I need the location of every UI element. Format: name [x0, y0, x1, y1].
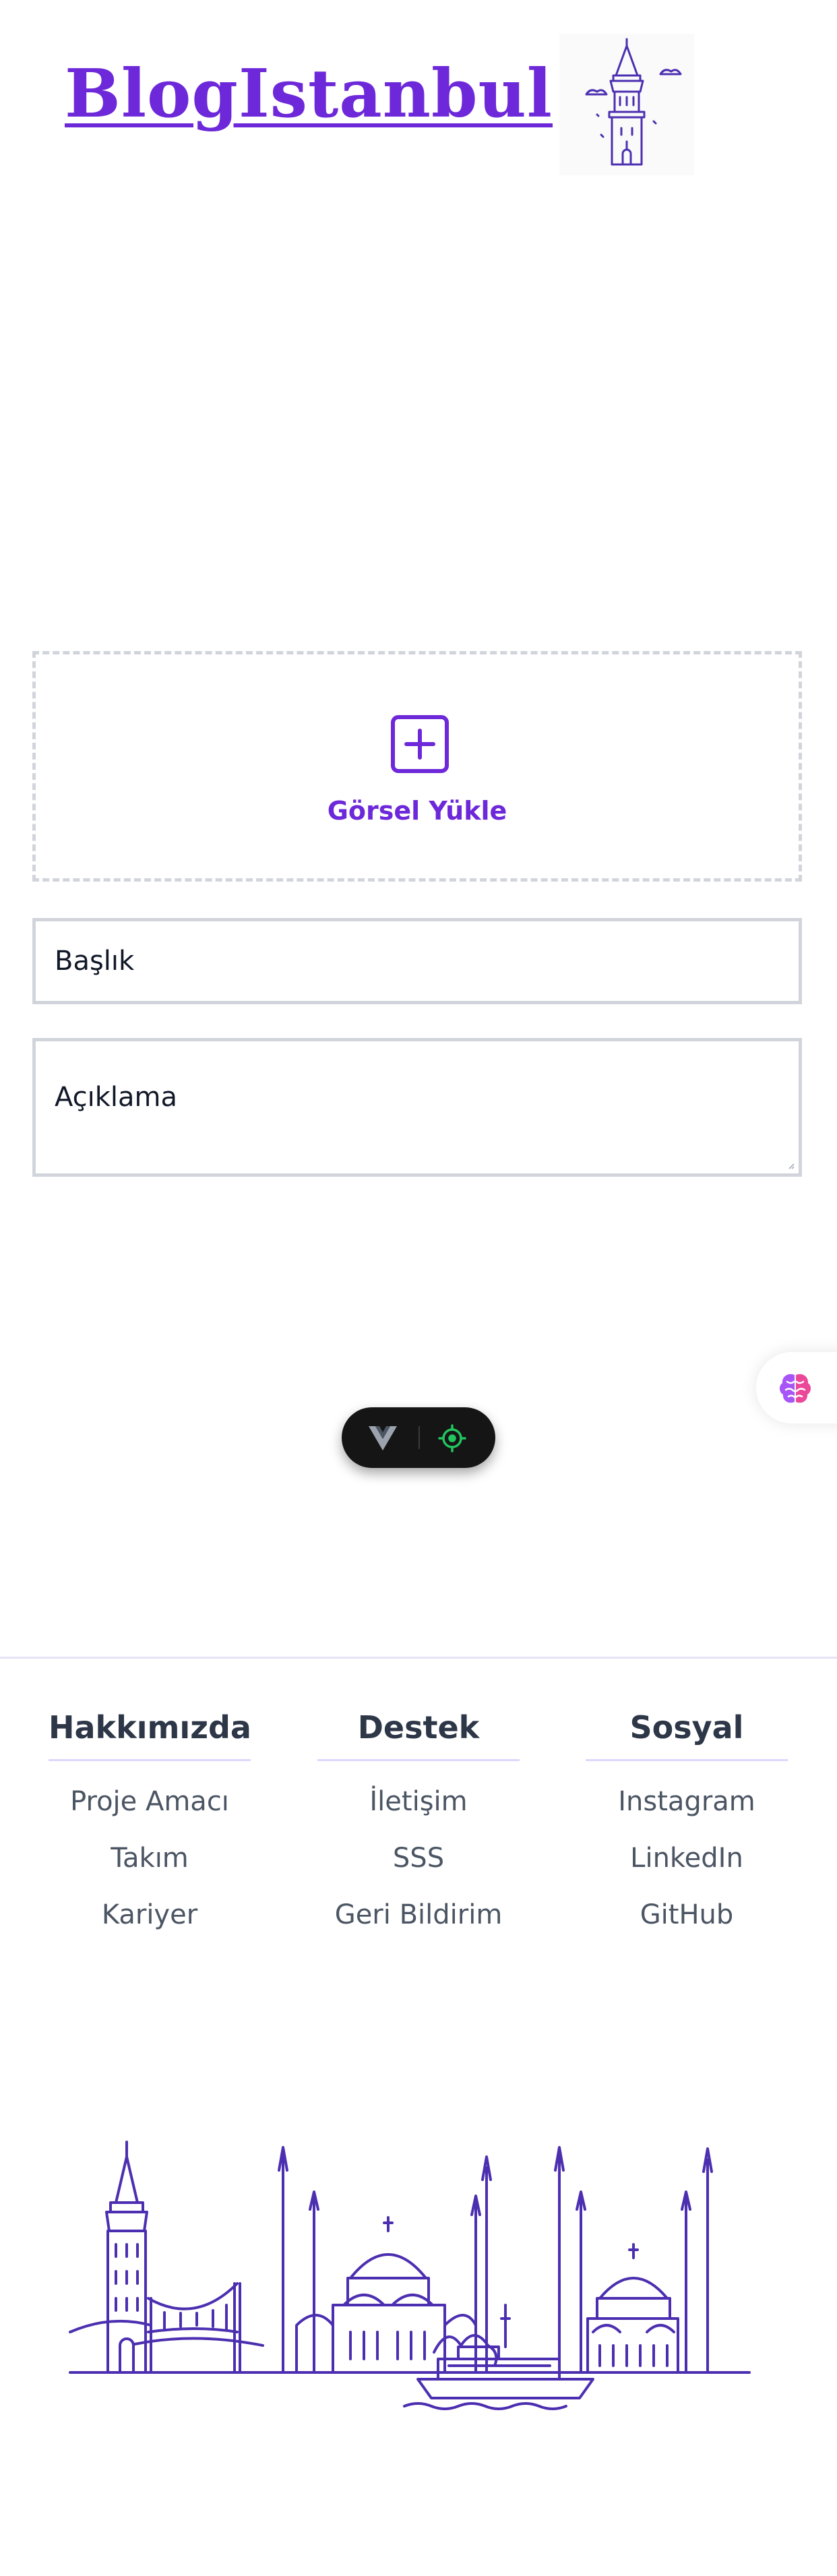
brain-icon: [779, 1374, 811, 1403]
upload-label: Görsel Yükle: [327, 796, 507, 826]
footer-column-title: Destek: [357, 1709, 480, 1746]
description-placeholder: Açıklama: [55, 1082, 178, 1113]
description-textarea[interactable]: Açıklama: [32, 1038, 802, 1177]
footer-column-title: Hakkımızda: [49, 1709, 251, 1746]
plus-square-icon: [391, 715, 449, 773]
footer-link-instagram[interactable]: Instagram: [586, 1773, 788, 1830]
footer-link-careers[interactable]: Kariyer: [49, 1887, 251, 1943]
resize-grip-icon[interactable]: [786, 1161, 795, 1169]
footer-link-github[interactable]: GitHub: [586, 1887, 788, 1943]
devtools-divider: [418, 1426, 420, 1449]
footer-link-linkedin[interactable]: LinkedIn: [586, 1830, 788, 1887]
footer-link-contact[interactable]: İletişim: [317, 1773, 520, 1830]
vue-devtools-pill[interactable]: [342, 1407, 495, 1468]
vue-logo-icon[interactable]: [367, 1423, 398, 1452]
footer-column-rule: [317, 1759, 520, 1761]
footer-column-support: Destek İletişim SSS Geri Bildirim: [317, 1705, 520, 1943]
footer-link-team[interactable]: Takım: [49, 1830, 251, 1887]
footer-link-project-purpose[interactable]: Proje Amacı: [49, 1773, 251, 1830]
istanbul-skyline-icon: [67, 2130, 755, 2413]
brand-logo-link[interactable]: BlogIstanbul: [65, 55, 553, 133]
footer-column-rule: [586, 1759, 788, 1761]
assistant-button[interactable]: [756, 1352, 837, 1423]
title-input[interactable]: Başlık: [32, 918, 802, 1004]
footer-column-rule: [49, 1759, 251, 1761]
footer-column-title: Sosyal: [629, 1709, 744, 1746]
footer-column-about: Hakkımızda Proje Amacı Takım Kariyer: [49, 1705, 251, 1943]
site-header: BlogIstanbul: [0, 0, 837, 182]
galata-tower-icon: [559, 34, 694, 175]
footer-link-faq[interactable]: SSS: [317, 1830, 520, 1887]
footer-divider: [0, 1657, 837, 1659]
image-upload-dropzone[interactable]: Görsel Yükle: [32, 651, 802, 882]
target-icon[interactable]: [437, 1423, 467, 1453]
footer-link-feedback[interactable]: Geri Bildirim: [317, 1887, 520, 1943]
footer-column-social: Sosyal Instagram LinkedIn GitHub: [586, 1705, 788, 1943]
